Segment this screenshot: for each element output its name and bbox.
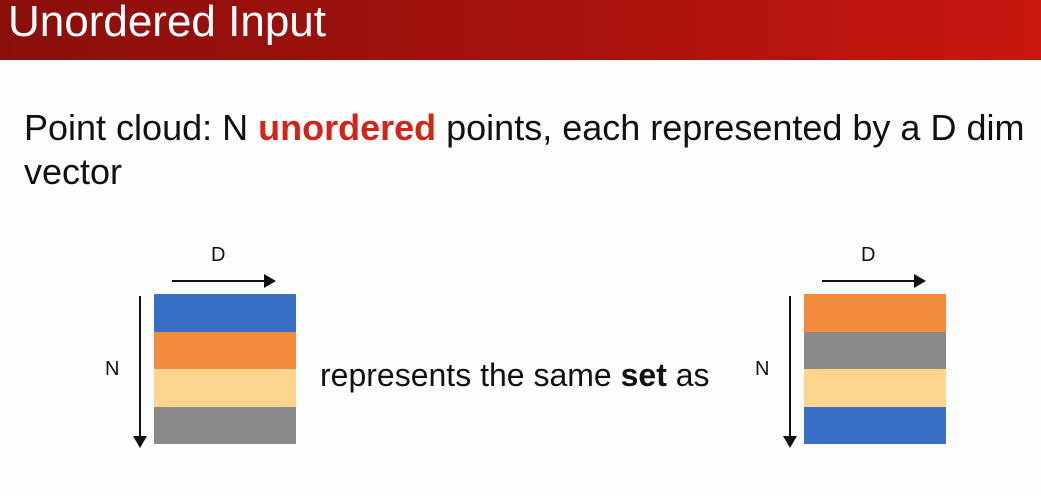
body-text-part1: Point cloud: N: [24, 107, 259, 148]
left-matrix: [154, 294, 296, 444]
left-d-arrow: [172, 274, 276, 288]
right-matrix-row-light-yellow: [804, 369, 946, 407]
right-matrix-row-blue: [804, 406, 946, 444]
left-n-arrow: [133, 296, 147, 448]
middle-text-post: as: [666, 357, 710, 393]
middle-text-bold: set: [620, 357, 667, 393]
left-n-label: N: [105, 358, 120, 380]
right-n-label: N: [755, 358, 770, 380]
emphasis-word: unordered: [258, 107, 437, 148]
middle-text: represents the same set as: [320, 357, 710, 393]
title-bar: Unordered Input: [0, 0, 1041, 60]
right-matrix-row-orange: [804, 294, 946, 332]
right-matrix: [804, 294, 946, 444]
left-matrix-row-gray: [154, 406, 296, 444]
left-matrix-row-blue: [154, 294, 296, 332]
middle-text-pre: represents the same: [320, 357, 621, 393]
left-matrix-row-orange: [154, 331, 296, 369]
right-n-arrow: [783, 296, 797, 448]
right-d-arrow: [822, 274, 926, 288]
left-matrix-row-light-yellow: [154, 369, 296, 407]
slide-title: Unordered Input: [8, 0, 326, 46]
left-d-label: D: [211, 244, 226, 266]
right-d-label: D: [861, 244, 876, 266]
right-matrix-row-gray: [804, 331, 946, 369]
body-text: Point cloud: N unordered points, each re…: [24, 106, 1034, 194]
